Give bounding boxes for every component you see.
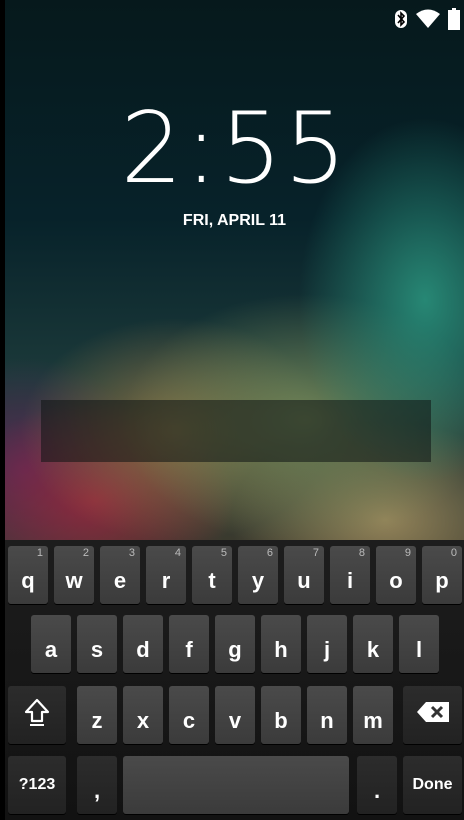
- key-hint: 4: [174, 547, 181, 559]
- key-label: d: [136, 637, 150, 662]
- key-label: o: [389, 568, 403, 593]
- backspace-key[interactable]: [403, 686, 462, 744]
- key-label: r: [161, 568, 171, 593]
- key-label: b: [274, 708, 288, 733]
- key-label: q: [21, 568, 35, 593]
- key-label: i: [346, 568, 354, 593]
- symbols-key[interactable]: ?123: [8, 756, 66, 814]
- lock-screen: 2:55 FRI, APRIL 11 q1 w2 e3 r4 t5 y6 u7 …: [5, 0, 464, 820]
- backspace-icon: [416, 701, 450, 729]
- key-l[interactable]: l: [399, 615, 439, 673]
- wallpaper: [5, 0, 464, 545]
- key-v[interactable]: v: [215, 686, 255, 744]
- key-d[interactable]: d: [123, 615, 163, 673]
- symbols-label: ?123: [18, 776, 56, 793]
- key-label: g: [228, 637, 242, 662]
- done-key[interactable]: Done: [403, 756, 462, 814]
- key-j[interactable]: j: [307, 615, 347, 673]
- key-label: t: [208, 568, 216, 593]
- key-hint: 9: [404, 547, 411, 559]
- key-x[interactable]: x: [123, 686, 163, 744]
- key-p[interactable]: p0: [422, 546, 462, 604]
- key-hint: 6: [266, 547, 273, 559]
- lockscreen-date: FRI, APRIL 11: [182, 212, 287, 229]
- shift-icon: [24, 697, 50, 733]
- key-label: v: [228, 708, 242, 733]
- key-hint: 5: [220, 547, 227, 559]
- key-k[interactable]: k: [353, 615, 393, 673]
- key-label: u: [297, 568, 311, 593]
- key-label: p: [435, 568, 449, 593]
- key-label: s: [90, 637, 104, 662]
- key-label: m: [363, 708, 383, 733]
- shift-key[interactable]: [8, 686, 66, 744]
- key-s[interactable]: s: [77, 615, 117, 673]
- key-hint: 8: [358, 547, 365, 559]
- key-g[interactable]: g: [215, 615, 255, 673]
- key-b[interactable]: b: [261, 686, 301, 744]
- battery-icon: [448, 8, 460, 30]
- key-hint: 7: [312, 547, 319, 559]
- key-label: e: [113, 568, 127, 593]
- done-label: Done: [412, 776, 453, 793]
- key-e[interactable]: e3: [100, 546, 140, 604]
- key-u[interactable]: u7: [284, 546, 324, 604]
- period-label: .: [373, 778, 381, 803]
- wifi-icon: [416, 9, 440, 29]
- status-icons: [394, 8, 460, 30]
- key-a[interactable]: a: [31, 615, 71, 673]
- key-y[interactable]: y6: [238, 546, 278, 604]
- comma-key[interactable]: ,: [77, 756, 117, 814]
- key-label: n: [320, 708, 334, 733]
- key-t[interactable]: t5: [192, 546, 232, 604]
- key-c[interactable]: c: [169, 686, 209, 744]
- key-o[interactable]: o9: [376, 546, 416, 604]
- key-hint: 3: [128, 547, 135, 559]
- key-m[interactable]: m: [353, 686, 393, 744]
- key-q[interactable]: q1: [8, 546, 48, 604]
- key-label: x: [136, 708, 150, 733]
- key-i[interactable]: i8: [330, 546, 370, 604]
- key-hint: 1: [36, 547, 43, 559]
- key-label: l: [415, 637, 423, 662]
- key-h[interactable]: h: [261, 615, 301, 673]
- password-input[interactable]: [41, 400, 431, 462]
- bluetooth-icon: [394, 9, 408, 29]
- key-hint: 2: [82, 547, 89, 559]
- key-w[interactable]: w2: [54, 546, 94, 604]
- key-label: a: [44, 637, 58, 662]
- key-label: j: [323, 637, 331, 662]
- key-hint: 0: [450, 547, 457, 559]
- key-label: w: [65, 568, 83, 593]
- key-r[interactable]: r4: [146, 546, 186, 604]
- key-f[interactable]: f: [169, 615, 209, 673]
- key-label: h: [274, 637, 288, 662]
- period-key[interactable]: .: [357, 756, 397, 814]
- lockscreen-clock: 2:55: [120, 92, 349, 206]
- soft-keyboard: q1 w2 e3 r4 t5 y6 u7 i8 o9 p0 a s d f g …: [5, 540, 464, 820]
- key-n[interactable]: n: [307, 686, 347, 744]
- key-label: z: [91, 708, 103, 733]
- key-label: y: [251, 568, 265, 593]
- key-z[interactable]: z: [77, 686, 117, 744]
- spacebar-key[interactable]: [123, 756, 349, 814]
- key-label: f: [185, 637, 193, 662]
- comma-label: ,: [93, 778, 101, 803]
- key-label: k: [366, 637, 380, 662]
- status-bar: [5, 0, 464, 38]
- key-label: c: [182, 708, 196, 733]
